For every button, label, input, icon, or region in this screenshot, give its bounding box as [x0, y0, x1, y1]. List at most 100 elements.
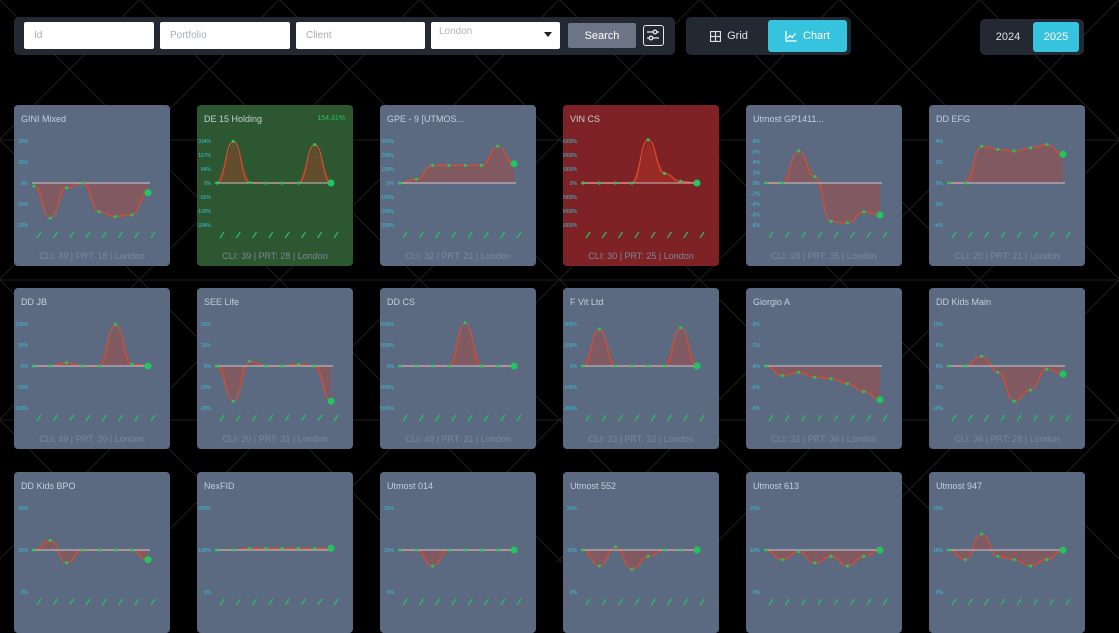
- chart-area: [217, 141, 331, 183]
- performance-mini-chart: 6000% 4000% 2000% 0% -2000% -4000% -6000%: [563, 138, 705, 239]
- filter-settings-button[interactable]: [643, 25, 664, 46]
- portfolio-card[interactable]: Utmost 613 20% 10% 0%: [746, 472, 902, 633]
- y-tick-label: -2000%: [380, 406, 395, 412]
- y-tick-label: -334%: [197, 223, 212, 229]
- y-tick-label: 300%: [381, 139, 394, 145]
- y-tick-label: 84%: [201, 167, 212, 173]
- data-point: [479, 364, 484, 368]
- x-tick-label: [117, 231, 123, 239]
- y-tick-label: 100%: [15, 322, 28, 328]
- x-tick-label: [52, 231, 58, 239]
- y-tick-label: -10%: [931, 406, 943, 412]
- search-button[interactable]: Search: [568, 23, 636, 48]
- portfolio-card[interactable]: DD CS 2000% 1000% 0% -1000% -2000% CLI: 49 | P…: [380, 288, 536, 449]
- data-point: [679, 179, 683, 183]
- data-point: [398, 548, 402, 552]
- y-tick-label: 2%: [936, 160, 944, 166]
- portfolio-card[interactable]: DD Kids Main 10% 5% 0% -5% -10% CLI: 36 | PRT:…: [929, 288, 1085, 449]
- portfolio-card[interactable]: Utmost GP1411... 8% 6% 4% 2% 0% -2% -4% -6% -8% CL…: [746, 105, 902, 266]
- x-tick-label: [483, 598, 489, 606]
- data-point: [430, 364, 435, 368]
- portfolio-card[interactable]: GINI Mixed 20% 10% 0% -10% -20% CLI: 49 | PRT:…: [14, 105, 170, 266]
- portfolio-card[interactable]: Utmost 014 20% 10% 0%: [380, 472, 536, 633]
- grid-view-button[interactable]: Grid: [690, 20, 768, 52]
- location-select[interactable]: London: [431, 22, 560, 49]
- id-input[interactable]: [24, 22, 154, 49]
- x-tick-label: [650, 231, 656, 239]
- portfolio-input[interactable]: [160, 22, 290, 49]
- data-point: [813, 175, 817, 179]
- data-point: [113, 215, 118, 219]
- portfolio-card[interactable]: F Vit Ltd 200% 100% 0% -100% -200% CLI: 33 | P…: [563, 288, 719, 449]
- x-tick-label: [1049, 598, 1055, 606]
- data-point: [1045, 143, 1049, 147]
- portfolio-card[interactable]: NexFID 200% 100% 0%: [197, 472, 353, 633]
- data-point: [829, 219, 833, 223]
- y-tick-label: -1000%: [380, 385, 395, 391]
- x-tick-label: [699, 598, 705, 606]
- y-tick-label: 0%: [570, 590, 578, 596]
- card-footer: CLI: 30 | PRT: 25 | London: [588, 251, 694, 261]
- portfolio-card[interactable]: DD EFG 4% 2% 0% -2% -4% CLI: 20 | PRT: 21 | Lo…: [929, 105, 1085, 266]
- year-2024-button[interactable]: 2024: [985, 22, 1031, 52]
- data-point: [876, 546, 884, 554]
- data-point: [32, 364, 36, 368]
- card-title: DD CS: [387, 297, 416, 307]
- portfolio-card[interactable]: VIN CS 6000% 4000% 2000% 0% -2000% -4000% -6000…: [563, 105, 719, 266]
- portfolio-card[interactable]: Giorgio A 0% -2% -4% -6% -8% CLI: 32 | PRT: 36…: [746, 288, 902, 449]
- x-tick-label: [333, 231, 339, 239]
- chart-view-button[interactable]: Chart: [768, 20, 847, 52]
- x-tick-label: [784, 231, 790, 239]
- chart-line: [399, 549, 514, 567]
- performance-mini-chart: 300% 200% 100% 0% -100% -200% -300%: [380, 139, 522, 239]
- data-point: [876, 396, 884, 404]
- year-2025-button[interactable]: 2025: [1033, 22, 1079, 52]
- data-point: [496, 548, 500, 552]
- x-tick-label: [500, 598, 506, 606]
- x-tick-label: [36, 414, 42, 422]
- y-tick-label: -2%: [751, 343, 760, 349]
- chart-view-label: Chart: [803, 30, 830, 42]
- card-title: F Vit Ltd: [570, 297, 604, 307]
- portfolio-card[interactable]: DE 15 Holding 154.31% 334% 167% 84% 0% -50% -10…: [197, 105, 353, 266]
- data-point: [264, 364, 268, 368]
- portfolio-card[interactable]: GPE - 9 [UTMOS... 300% 200% 100% 0% -100% -200…: [380, 105, 536, 266]
- data-point: [144, 556, 152, 564]
- performance-mini-chart: 20% 10% 0% -10% -20%: [16, 139, 156, 239]
- data-point: [581, 181, 585, 185]
- card-title: Utmost 947: [936, 481, 983, 491]
- portfolio-card[interactable]: DD Kids BPO 20% 10% 0%: [14, 472, 170, 633]
- x-tick-label: [516, 414, 522, 422]
- y-tick-label: -4%: [751, 364, 760, 370]
- data-point: [1012, 399, 1016, 403]
- x-tick-label: [483, 414, 489, 422]
- data-point: [414, 177, 418, 181]
- data-point: [447, 163, 451, 167]
- portfolio-card[interactable]: Utmost 552 20% 10% 0%: [563, 472, 719, 633]
- y-tick-label: 4%: [936, 139, 944, 145]
- card-footer: CLI: 49 | PRT: 31 | London: [405, 434, 511, 444]
- y-tick-label: 0%: [936, 181, 944, 187]
- data-point: [215, 364, 219, 368]
- card-footer: CLI: 32 | PRT: 36 | London: [771, 434, 877, 444]
- client-input[interactable]: [296, 22, 425, 49]
- x-tick-label: [768, 598, 774, 606]
- data-point: [414, 548, 418, 552]
- x-tick-label: [1065, 598, 1071, 606]
- data-point: [979, 144, 984, 148]
- x-tick-label: [833, 598, 839, 606]
- x-tick-label: [967, 231, 973, 239]
- data-point: [1028, 388, 1033, 392]
- portfolio-card[interactable]: DD JB 100% 50% 0% -50% -100% CLI: 49 | PRT: 30…: [14, 288, 170, 449]
- x-tick-label: [317, 231, 323, 239]
- x-tick-label: [268, 414, 274, 422]
- data-point: [264, 546, 268, 550]
- x-tick-label: [1000, 598, 1006, 606]
- x-tick-label: [467, 414, 473, 422]
- view-toggle: Grid Chart: [686, 17, 851, 55]
- card-footer: CLI: 32 | PRT: 21 | London: [405, 251, 511, 261]
- x-tick-label: [601, 598, 607, 606]
- portfolio-card[interactable]: Utmost 947 20% 10% 0%: [929, 472, 1085, 633]
- y-tick-label: 2%: [753, 171, 761, 177]
- portfolio-card[interactable]: SEE Life 20% 10% 0% -10% -20% CLI: 20 | PRT: 3…: [197, 288, 353, 449]
